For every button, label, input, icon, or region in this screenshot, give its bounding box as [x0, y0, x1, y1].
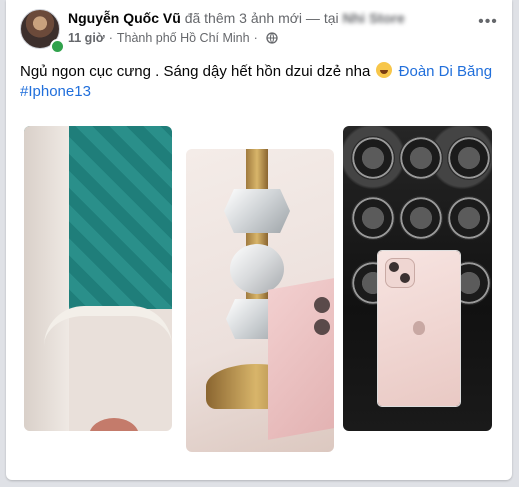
post-action-text: đã thêm 3 ảnh mới — tại — [184, 10, 339, 26]
meta-separator: · — [108, 31, 113, 45]
post-time[interactable]: 11 giờ — [68, 31, 105, 45]
photo-detail — [378, 251, 460, 406]
photo-detail — [314, 297, 330, 313]
online-status-indicator — [50, 39, 65, 54]
photo-detail — [230, 244, 284, 294]
author-name[interactable]: Nguyễn Quốc Vũ — [68, 10, 181, 26]
tagged-page[interactable]: Nhi Store — [343, 10, 405, 26]
post-meta: 11 giờ · Thành phố Hồ Chí Minh · — [68, 31, 278, 45]
photo-detail — [351, 136, 395, 180]
photo-detail — [385, 258, 415, 288]
meta-separator: · — [253, 31, 258, 45]
photo-detail — [399, 136, 443, 180]
globe-icon[interactable] — [266, 32, 278, 44]
post-body: Ngủ ngon cục cưng . Sáng dậy hết hồn dzu… — [20, 62, 500, 102]
photo-detail — [447, 196, 491, 240]
post-photo-2[interactable] — [186, 149, 334, 452]
post-photo-1[interactable] — [24, 126, 172, 431]
photo-detail — [351, 196, 395, 240]
photo-detail — [413, 321, 425, 335]
post-caption: Ngủ ngon cục cưng . Sáng dậy hết hồn dzu… — [20, 63, 371, 80]
hashtag-link[interactable]: #Iphone13 — [20, 83, 91, 100]
photo-detail — [24, 126, 69, 431]
post-card: Nguyễn Quốc Vũ đã thêm 3 ảnh mới — tại N… — [6, 0, 512, 480]
more-options-icon[interactable]: ••• — [474, 8, 502, 36]
photo-detail — [447, 136, 491, 180]
post-photo-3[interactable] — [343, 126, 492, 431]
photo-detail — [399, 196, 443, 240]
post-location[interactable]: Thành phố Hồ Chí Minh — [117, 31, 250, 45]
photo-detail — [89, 418, 139, 431]
photo-detail — [224, 189, 290, 233]
post-header: Nguyễn Quốc Vũ đã thêm 3 ảnh mới — tại N… — [68, 10, 478, 30]
laughing-emoji-icon — [376, 62, 393, 78]
photo-detail — [44, 306, 172, 356]
mention-link[interactable]: Đoàn Di Băng — [399, 63, 492, 80]
